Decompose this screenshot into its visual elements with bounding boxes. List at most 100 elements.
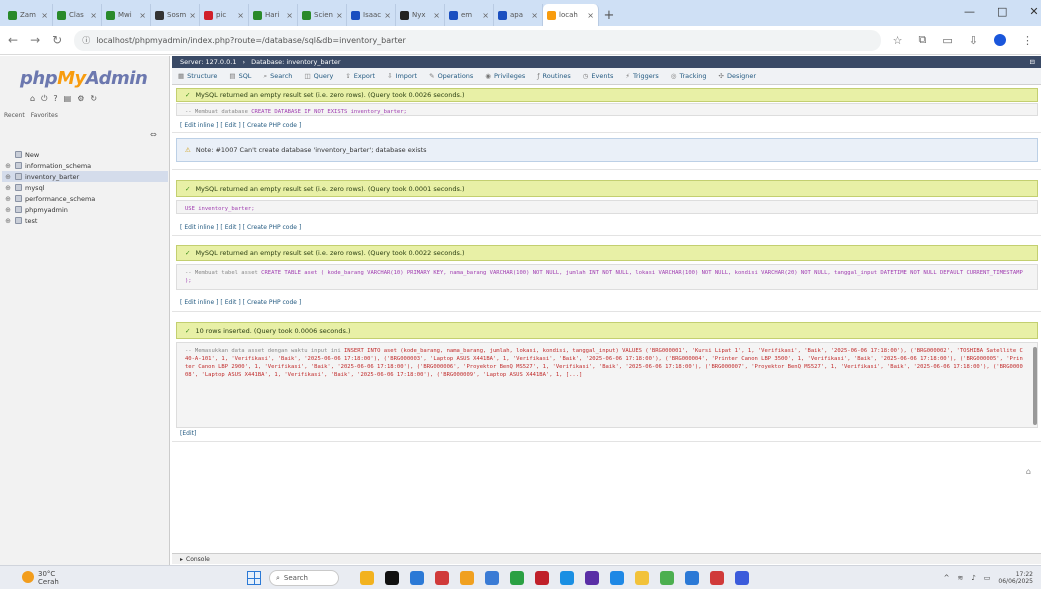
expand-icon[interactable]: ⊕ — [4, 173, 12, 181]
taskbar-app-icon[interactable] — [460, 571, 474, 585]
browser-tab[interactable]: Sosm × — [151, 4, 200, 26]
tree-item-test[interactable]: ⊕ test — [2, 215, 168, 226]
logout-icon[interactable]: ⏻ — [41, 94, 47, 104]
tab-close-icon[interactable]: × — [336, 11, 343, 20]
scroll-to-top-icon[interactable]: ⌂ — [1026, 467, 1031, 476]
tab-triggers[interactable]: ⚡ Triggers — [625, 72, 658, 80]
weather-icon[interactable] — [22, 571, 34, 583]
taskbar-app-icon[interactable] — [710, 571, 724, 585]
bookmark-star-icon[interactable]: ☆ — [893, 34, 903, 47]
expand-icon[interactable]: ⊕ — [4, 162, 12, 170]
site-info-icon[interactable]: ⓘ — [82, 35, 90, 46]
weather-widget[interactable]: 30°C Cerah — [38, 570, 59, 586]
tab-close-icon[interactable]: × — [41, 11, 48, 20]
browser-tab[interactable]: Mwi × — [102, 4, 151, 26]
breadcrumb-database[interactable]: Database: inventory_barter — [251, 58, 340, 66]
expand-icon[interactable]: ⊕ — [4, 195, 12, 203]
taskbar-app-icon[interactable] — [660, 571, 674, 585]
browser-tab[interactable]: Isaac × — [347, 4, 396, 26]
sql-box-scrollbar[interactable] — [1033, 347, 1037, 425]
settings-icon[interactable]: ⚙ — [77, 94, 84, 104]
expand-icon[interactable]: ⊕ — [4, 184, 12, 192]
browser-tab[interactable]: Clas × — [53, 4, 102, 26]
tab-routines[interactable]: ƒ Routines — [537, 72, 570, 80]
tab-query[interactable]: ◫ Query — [304, 72, 333, 80]
taskbar-app-icon[interactable] — [360, 571, 374, 585]
taskbar-search[interactable]: ⌕ Search — [269, 570, 339, 586]
minimize-icon[interactable]: — — [964, 5, 975, 18]
tree-item-inventory-barter[interactable]: ⊕ inventory_barter — [2, 171, 168, 182]
taskbar-app-icon[interactable] — [535, 571, 549, 585]
tab-export[interactable]: ⇪ Export — [345, 72, 375, 80]
docs-icon[interactable]: ? — [53, 94, 57, 104]
tab-close-icon[interactable]: × — [482, 11, 489, 20]
collapse-top-icon[interactable]: ⊟ — [1030, 58, 1035, 66]
recent-tab[interactable]: Recent — [4, 112, 25, 119]
edit-link[interactable]: Edit — [225, 224, 237, 231]
collapse-link-icon[interactable]: ⇔ — [150, 130, 157, 139]
close-icon[interactable]: ✕ — [1029, 5, 1038, 18]
back-icon[interactable]: ← — [8, 33, 18, 47]
tab-search[interactable]: ⌕ Search — [263, 72, 292, 81]
phpmyadmin-logo[interactable]: phpMyAdmin — [20, 68, 148, 89]
tab-privileges[interactable]: ◉ Privileges — [485, 72, 525, 80]
edit-inline-link[interactable]: Edit inline — [184, 224, 214, 231]
create-php-link[interactable]: Create PHP code — [247, 224, 297, 231]
tab-close-icon[interactable]: × — [531, 11, 538, 20]
browser-tab[interactable]: em × — [445, 4, 494, 26]
volume-icon[interactable]: ♪ — [971, 574, 975, 582]
tree-item-information-schema[interactable]: ⊕ information_schema — [2, 160, 168, 171]
tab-structure[interactable]: ▦ Structure — [178, 72, 217, 80]
taskbar-app-icon[interactable] — [560, 571, 574, 585]
browser-tab[interactable]: pic × — [200, 4, 249, 26]
taskbar-app-icon[interactable] — [635, 571, 649, 585]
menu-kebab-icon[interactable]: ⋮ — [1022, 34, 1033, 47]
browser-tab[interactable]: Scien × — [298, 4, 347, 26]
create-php-link[interactable]: Create PHP code — [247, 299, 297, 306]
sidepanel-icon[interactable]: ▭ — [942, 34, 952, 47]
browser-tab[interactable]: locah × — [543, 4, 599, 26]
browser-tab[interactable]: Nyx × — [396, 4, 445, 26]
expand-icon[interactable]: ⊕ — [4, 217, 12, 225]
taskbar-app-icon[interactable] — [585, 571, 599, 585]
browser-tab[interactable]: apa × — [494, 4, 543, 26]
edit-link[interactable]: [Edit] — [180, 430, 196, 437]
tree-item-performance-schema[interactable]: ⊕ performance_schema — [2, 193, 168, 204]
extensions-icon[interactable]: ⧉ — [919, 33, 927, 47]
tab-import[interactable]: ⇩ Import — [387, 72, 417, 80]
console-bar[interactable]: ▸ Console — [172, 553, 1041, 564]
tab-close-icon[interactable]: × — [587, 11, 594, 20]
home-icon[interactable]: ⌂ — [30, 94, 35, 104]
edit-link[interactable]: Edit — [225, 299, 237, 306]
tab-designer[interactable]: ✣ Designer — [719, 72, 757, 80]
clock[interactable]: 17:22 06/06/2025 — [998, 571, 1033, 585]
start-button[interactable] — [247, 571, 261, 585]
tab-operations[interactable]: ✎ Operations — [429, 72, 473, 80]
wifi-icon[interactable]: ≋ — [957, 574, 963, 582]
sql-docs-icon[interactable]: ▤ — [64, 94, 72, 104]
browser-tab[interactable]: Hari × — [249, 4, 298, 26]
maximize-icon[interactable]: □ — [997, 5, 1007, 18]
tab-close-icon[interactable]: × — [384, 11, 391, 20]
battery-icon[interactable]: ▭ — [984, 574, 991, 582]
tree-item-phpmyadmin[interactable]: ⊕ phpmyadmin — [2, 204, 168, 215]
taskbar-app-icon[interactable] — [610, 571, 624, 585]
expand-icon[interactable]: ⊕ — [4, 206, 12, 214]
tab-close-icon[interactable]: × — [433, 11, 440, 20]
taskbar-app-icon[interactable] — [685, 571, 699, 585]
tab-sql[interactable]: ▤ SQL — [229, 72, 251, 80]
tab-close-icon[interactable]: × — [189, 11, 196, 20]
favorites-tab[interactable]: Favorites — [31, 112, 58, 119]
new-tab-icon[interactable]: + — [599, 4, 619, 26]
taskbar-app-icon[interactable] — [735, 571, 749, 585]
taskbar-app-icon[interactable] — [435, 571, 449, 585]
tab-tracking[interactable]: ◎ Tracking — [671, 72, 707, 80]
browser-tab[interactable]: Zam × — [4, 4, 53, 26]
taskbar-app-icon[interactable] — [510, 571, 524, 585]
profile-avatar[interactable] — [994, 34, 1006, 46]
edit-inline-link[interactable]: Edit inline — [184, 122, 214, 129]
tray-chevron-icon[interactable]: ^ — [944, 574, 950, 582]
taskbar-app-icon[interactable] — [485, 571, 499, 585]
download-icon[interactable]: ⇩ — [969, 34, 978, 47]
tab-close-icon[interactable]: × — [139, 11, 146, 20]
